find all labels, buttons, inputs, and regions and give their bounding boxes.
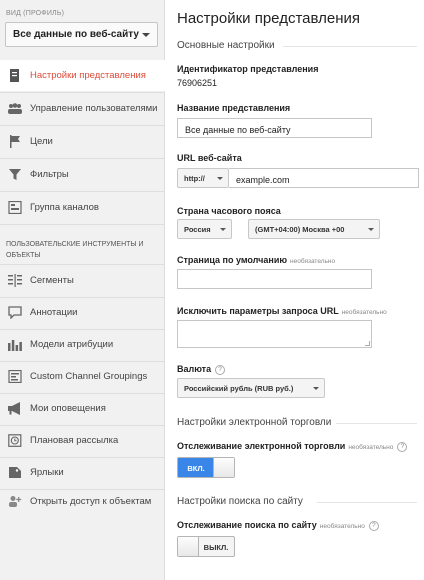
bar-chart-icon — [8, 340, 22, 351]
chevron-down-icon — [368, 228, 374, 231]
sidebar-item-custom-channel-groupings[interactable]: Custom Channel Groupings — [0, 361, 165, 392]
sidebar-item-label: Custom Channel Groupings — [30, 371, 148, 382]
sidebar-item-label: Ярлыки — [30, 467, 64, 478]
annotation-icon — [8, 306, 22, 319]
divider — [283, 46, 417, 47]
toggle-knob — [213, 458, 234, 477]
currency-value: Российский рубль (RUB руб.) — [184, 384, 294, 393]
default-page-input[interactable] — [177, 269, 372, 289]
default-page-label: Страница по умолчанию необязательно — [177, 255, 335, 265]
exclude-params-label-text: Исключить параметры запроса URL — [177, 306, 339, 316]
sidebar-item-filters[interactable]: Фильтры — [0, 159, 165, 190]
optional-label: необязательно — [290, 258, 336, 265]
segments-icon — [8, 274, 22, 287]
view-select[interactable]: Все данные по веб-сайту — [5, 22, 158, 47]
flag-icon — [10, 135, 20, 148]
timezone-select[interactable]: (GMT+04:00) Москва +00 — [248, 219, 380, 239]
help-icon[interactable]: ? — [368, 521, 379, 531]
sidebar-item-label: Модели атрибуции — [30, 339, 114, 350]
site-search-heading: Настройки поиска по сайту — [177, 496, 303, 507]
sidebar-item-goals[interactable]: Цели — [0, 126, 165, 157]
channel-group-icon — [8, 201, 22, 214]
site-search-tracking-label-text: Отслеживание поиска по сайту — [177, 520, 317, 530]
share-objects-icon — [9, 496, 22, 507]
resize-grip-icon[interactable] — [365, 341, 370, 346]
timezone-country-value: Россия — [184, 225, 211, 234]
optional-label: необязательно — [319, 523, 365, 530]
optional-label: необязательно — [348, 444, 394, 451]
sidebar-item-label: Группа каналов — [30, 202, 99, 213]
sidebar-item-label: Настройки представления — [30, 70, 146, 81]
website-url-label: URL веб-сайта — [177, 153, 242, 163]
default-page-label-text: Страница по умолчанию — [177, 255, 288, 265]
sidebar-item-label: Открыть доступ к объектам — [30, 496, 152, 507]
chevron-down-icon — [220, 228, 226, 231]
filter-icon — [9, 169, 21, 180]
site-search-toggle[interactable]: ВЫКЛ. — [177, 536, 235, 557]
currency-select[interactable]: Российский рубль (RUB руб.) — [177, 378, 325, 398]
sidebar-item-annotations[interactable]: Аннотации — [0, 297, 165, 328]
chevron-down-icon — [142, 33, 150, 37]
exclude-params-textarea[interactable] — [177, 320, 372, 348]
ecommerce-tracking-label: Отслеживание электронной торговли необяза… — [177, 441, 408, 452]
timezone-country-select[interactable]: Россия — [177, 219, 232, 239]
view-id-label: Идентификатор представления — [177, 64, 319, 74]
toggle-off-label: ВЫКЛ. — [203, 543, 229, 552]
page-title: Настройки представления — [177, 10, 360, 27]
sidebar-item-label: Фильтры — [30, 169, 69, 180]
megaphone-icon — [8, 402, 20, 415]
timezone-label: Страна часового пояса — [177, 206, 281, 216]
sidebar-item-label: Плановая рассылка — [30, 435, 119, 446]
view-name-input[interactable] — [177, 118, 372, 138]
clock-icon — [8, 434, 22, 447]
website-url-input[interactable] — [229, 168, 419, 188]
sidebar-item-share-objects[interactable]: Открыть доступ к объектам — [0, 486, 165, 517]
url-protocol-value: http:// — [184, 174, 205, 183]
tools-heading: ПОЛЬЗОВАТЕЛЬСКИЕ ИНСТРУМЕНТЫ И ОБЪЕКТЫ — [6, 241, 144, 259]
basic-settings-heading: Основные настройки — [177, 40, 275, 51]
view-id-value: 76906251 — [177, 78, 218, 88]
view-select-value: Все данные по веб-сайту — [13, 29, 139, 40]
sidebar-item-label: Аннотации — [30, 307, 78, 318]
url-protocol-select[interactable]: http:// — [177, 168, 229, 188]
divider — [317, 502, 417, 503]
view-label: ВИД (ПРОФИЛЬ) — [6, 10, 65, 17]
sidebar-item-channel-group[interactable]: Группа каналов — [0, 192, 165, 223]
exclude-params-label: Исключить параметры запроса URL необязате… — [177, 306, 387, 316]
sidebar-item-label: Цели — [30, 136, 53, 147]
shortcut-icon — [9, 467, 21, 478]
sidebar-item-label: Мои оповещения — [30, 403, 106, 414]
sidebar-item-scheduled-emails[interactable]: Плановая рассылка — [0, 425, 165, 456]
ecommerce-toggle[interactable]: ВКЛ. — [177, 457, 235, 478]
currency-label: Валюта? — [177, 364, 226, 375]
custom-channel-icon — [8, 370, 22, 383]
sidebar-item-user-management[interactable]: Управление пользователями — [0, 93, 165, 124]
sidebar-item-label: Управление пользователями — [30, 103, 158, 114]
ecommerce-heading: Настройки электронной торговли — [177, 417, 332, 428]
help-icon[interactable]: ? — [215, 365, 226, 375]
ecommerce-tracking-label-text: Отслеживание электронной торговли — [177, 441, 346, 451]
sidebar-item-segments[interactable]: Сегменты — [0, 265, 165, 296]
main-panel: Настройки представления Основные настрой… — [166, 0, 424, 580]
timezone-value: (GMT+04:00) Москва +00 — [255, 225, 345, 234]
chevron-down-icon — [217, 177, 223, 180]
sidebar-item-shortcuts[interactable]: Ярлыки — [0, 457, 165, 488]
divider — [336, 423, 417, 424]
settings-doc-icon — [10, 69, 19, 82]
sidebar-item-alerts[interactable]: Мои оповещения — [0, 393, 165, 424]
divider — [0, 224, 165, 225]
toggle-on-label: ВКЛ. — [178, 458, 214, 477]
users-icon — [8, 103, 22, 114]
view-name-label: Название представления — [177, 103, 291, 113]
sidebar-item-label: Сегменты — [30, 275, 74, 286]
site-search-tracking-label: Отслеживание поиска по сайту необязательн… — [177, 520, 379, 531]
chevron-down-icon — [313, 387, 319, 390]
sidebar: ВИД (ПРОФИЛЬ) Все данные по веб-сайту На… — [0, 0, 166, 580]
sidebar-item-view-settings[interactable]: Настройки представления — [0, 60, 166, 91]
help-icon[interactable]: ? — [397, 442, 408, 452]
currency-label-text: Валюта — [177, 364, 212, 374]
optional-label: необязательно — [341, 309, 387, 316]
sidebar-item-attribution-models[interactable]: Модели атрибуции — [0, 329, 165, 360]
toggle-knob — [178, 537, 199, 556]
